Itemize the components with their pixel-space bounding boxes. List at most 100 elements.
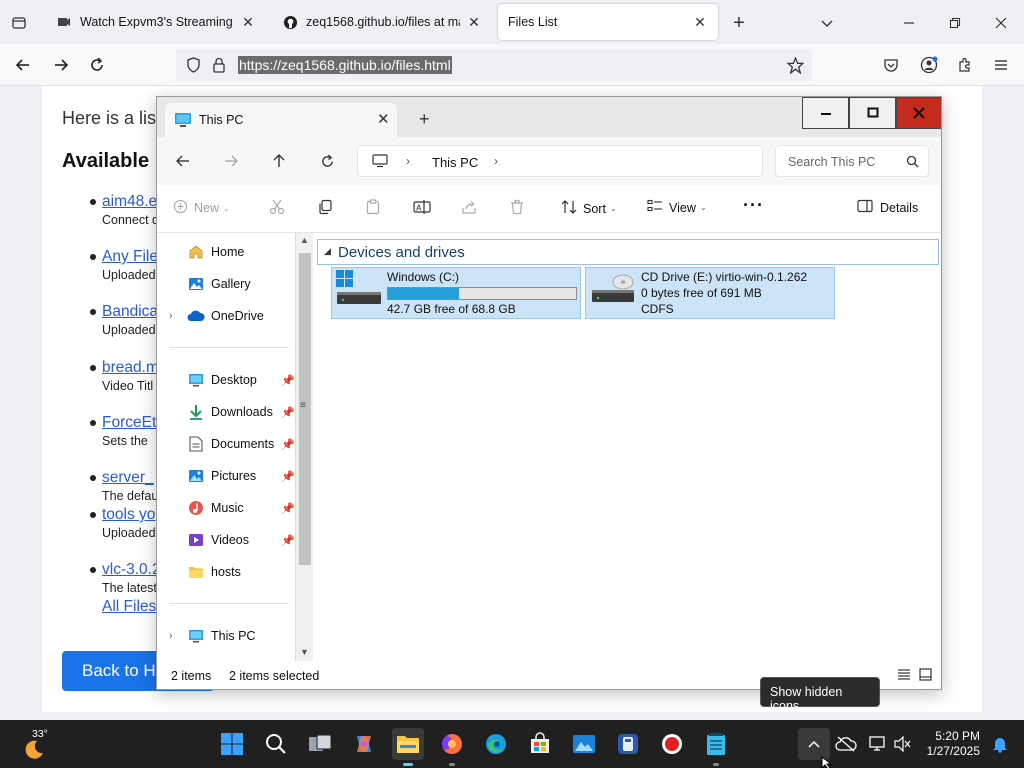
tab-list-icon[interactable]: [8, 12, 30, 34]
forward-arrow-icon[interactable]: [50, 54, 72, 76]
drive-e[interactable]: CD Drive (E:) virtio-win-0.1.262 0 bytes…: [585, 267, 835, 319]
volume-muted-icon[interactable]: [886, 728, 918, 760]
search-placeholder[interactable]: Search This PC: [788, 155, 875, 169]
url-bar[interactable]: https://zeq1568.github.io/files.html: [176, 49, 812, 81]
cut-icon[interactable]: [269, 199, 285, 215]
nav-scrollbar[interactable]: ▲ ≡ ▼: [295, 233, 313, 661]
file-link[interactable]: Bandica: [102, 303, 158, 321]
scroll-up-icon[interactable]: ▲: [300, 235, 309, 245]
photos-icon[interactable]: [568, 728, 600, 760]
new-tab-plus-icon[interactable]: +: [419, 109, 430, 130]
close-icon[interactable]: ✕: [692, 14, 708, 31]
shield-icon[interactable]: [182, 54, 204, 76]
close-icon[interactable]: ✕: [240, 14, 256, 31]
onedrive-offline-icon[interactable]: [830, 728, 862, 760]
chevron-right-icon[interactable]: ›: [169, 310, 173, 322]
back-arrow-icon[interactable]: [12, 54, 34, 76]
share-icon[interactable]: [461, 199, 477, 215]
reload-icon[interactable]: [86, 54, 108, 76]
app-icon[interactable]: [612, 728, 644, 760]
file-link[interactable]: vlc-3.0.2: [102, 561, 161, 579]
details-button[interactable]: Details: [857, 199, 918, 216]
refresh-icon[interactable]: [317, 151, 337, 171]
scroll-down-icon[interactable]: ▼: [300, 647, 309, 657]
lock-icon[interactable]: [208, 54, 230, 76]
new-tab-plus-icon[interactable]: +: [728, 12, 750, 34]
account-icon[interactable]: [918, 54, 940, 76]
nav-item-onedrive[interactable]: OneDrive: [187, 307, 297, 325]
file-link[interactable]: aim48.e: [102, 193, 157, 211]
all-files-link[interactable]: All Files: [102, 598, 156, 616]
explorer-search-box[interactable]: Search This PC: [775, 145, 929, 177]
tab-github[interactable]: zeq1568.github.io/files at maste ✕: [272, 4, 492, 40]
pin-icon[interactable]: 📌: [281, 438, 295, 451]
close-icon[interactable]: ✕: [377, 110, 390, 128]
search-icon[interactable]: [260, 728, 292, 760]
firefox-icon[interactable]: [436, 728, 468, 766]
explorer-address-bar[interactable]: › This PC ›: [357, 145, 763, 177]
rename-icon[interactable]: A: [413, 199, 431, 215]
breadcrumb[interactable]: This PC: [432, 155, 478, 170]
tab-files-list[interactable]: Files List ✕: [498, 4, 718, 40]
file-link[interactable]: Any File: [102, 248, 158, 266]
nav-item-thispc[interactable]: This PC: [187, 627, 297, 645]
details-view-icon[interactable]: [897, 668, 911, 684]
nav-item-gallery[interactable]: Gallery: [187, 275, 297, 293]
pin-icon[interactable]: 📌: [281, 470, 295, 483]
url-text[interactable]: https://zeq1568.github.io/files.html: [238, 56, 452, 74]
drive-c[interactable]: Windows (C:) 42.7 GB free of 68.8 GB: [331, 267, 581, 319]
copy-icon[interactable]: [317, 199, 333, 215]
pin-icon[interactable]: 📌: [281, 534, 295, 547]
chevron-right-icon[interactable]: ›: [169, 630, 173, 642]
menu-hamburger-icon[interactable]: [990, 54, 1012, 76]
file-link[interactable]: ForceEt: [102, 414, 156, 432]
store-icon[interactable]: [524, 728, 556, 760]
chevron-down-icon[interactable]: [816, 12, 838, 34]
copilot-icon[interactable]: [348, 728, 380, 760]
record-icon[interactable]: [656, 728, 688, 760]
forward-arrow-icon[interactable]: [221, 151, 241, 171]
file-link[interactable]: server_: [102, 469, 154, 487]
pin-icon[interactable]: 📌: [281, 502, 295, 515]
pin-icon[interactable]: 📌: [281, 374, 295, 387]
chevron-right-icon[interactable]: ›: [494, 154, 498, 168]
group-header[interactable]: ◢ Devices and drives: [317, 239, 939, 265]
view-button[interactable]: View ⌄: [647, 199, 707, 216]
more-options-icon[interactable]: ···: [743, 195, 764, 216]
new-button[interactable]: New ⌄: [173, 199, 230, 217]
pocket-icon[interactable]: [880, 54, 902, 76]
notification-bell-icon[interactable]: [984, 728, 1016, 760]
back-arrow-icon[interactable]: [173, 151, 193, 171]
large-icons-view-icon[interactable]: [919, 668, 932, 684]
notepad-icon[interactable]: [700, 728, 732, 766]
close-icon[interactable]: ✕: [466, 14, 482, 31]
start-windows-icon[interactable]: [216, 728, 248, 760]
chevron-right-icon[interactable]: ›: [406, 154, 410, 168]
file-link[interactable]: bread.m: [102, 359, 159, 377]
paste-icon[interactable]: [365, 199, 381, 215]
explorer-tab[interactable]: This PC ✕: [165, 103, 397, 137]
maximize-button[interactable]: [849, 97, 896, 129]
minimize-icon[interactable]: [898, 12, 920, 34]
minimize-button[interactable]: [802, 97, 849, 129]
pin-icon[interactable]: 📌: [281, 406, 295, 419]
task-view-icon[interactable]: [304, 728, 336, 760]
nav-item-home[interactable]: Home: [187, 243, 297, 261]
edge-icon[interactable]: [480, 728, 512, 760]
collapse-triangle-icon[interactable]: ◢: [324, 246, 331, 257]
file-explorer-icon[interactable]: [392, 728, 424, 766]
tab-streaming[interactable]: Watch Expvm3's Streaming - Cr ✕: [46, 4, 266, 40]
delete-icon[interactable]: [509, 199, 525, 215]
file-link[interactable]: tools yo: [102, 506, 155, 524]
restore-icon[interactable]: [944, 12, 966, 34]
close-button[interactable]: [896, 97, 941, 129]
close-window-icon[interactable]: [990, 12, 1012, 34]
nav-item-hosts[interactable]: hosts: [187, 563, 297, 581]
bookmark-star-icon[interactable]: [784, 54, 806, 76]
up-arrow-icon[interactable]: [269, 151, 289, 171]
monitor-icon: [187, 627, 205, 645]
sort-button[interactable]: Sort ⌄: [561, 199, 617, 218]
extensions-icon[interactable]: [954, 54, 976, 76]
clock[interactable]: 5:20 PM 1/27/2025: [927, 729, 980, 759]
scrollbar-thumb[interactable]: ≡: [299, 253, 311, 565]
